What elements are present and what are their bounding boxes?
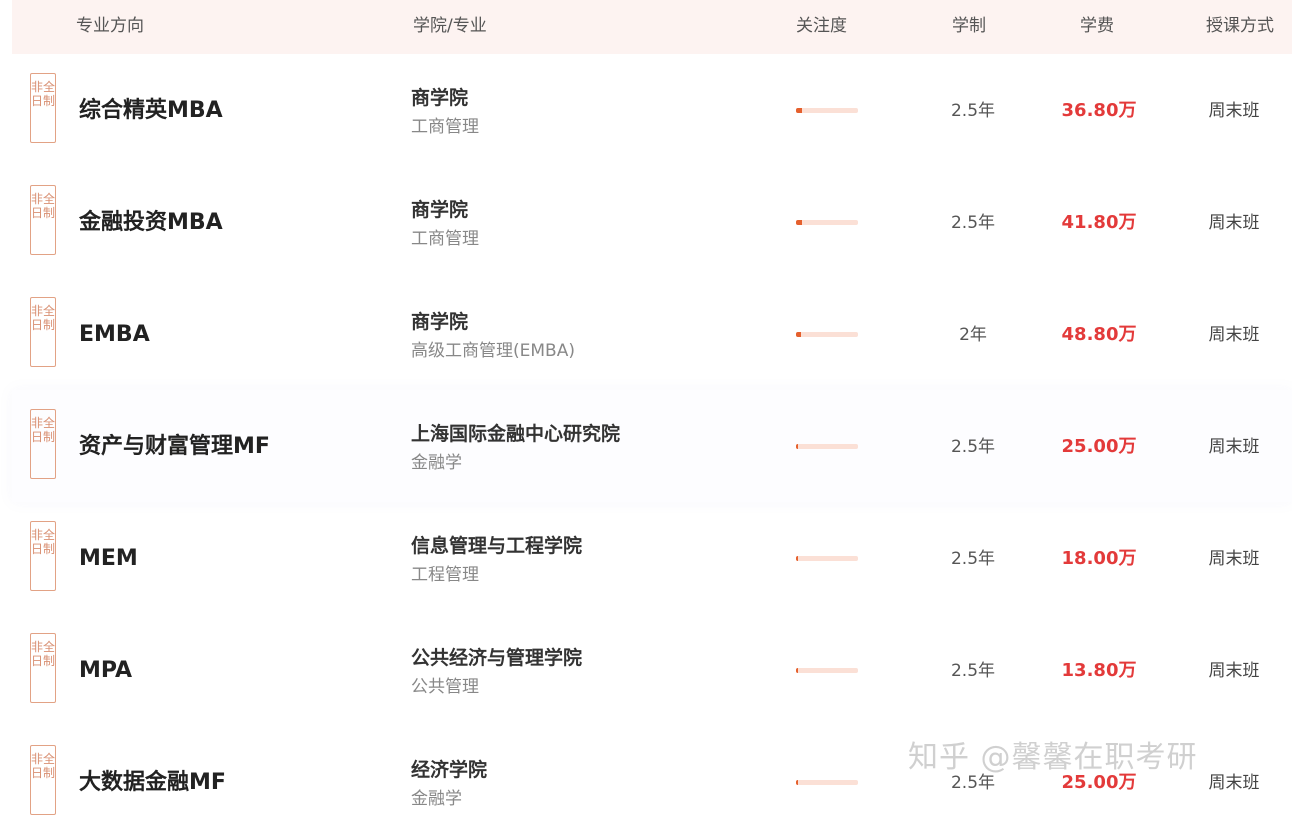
major-name[interactable]: MEM bbox=[79, 545, 138, 573]
attention-bar-fill bbox=[796, 332, 801, 337]
attention-bar-fill bbox=[796, 668, 798, 673]
header-mode: 授课方式 bbox=[1206, 16, 1274, 36]
study-type-badge: 非全日制 bbox=[30, 409, 56, 479]
fee-value: 13.80万 bbox=[1061, 660, 1137, 681]
fee-value: 18.00万 bbox=[1061, 548, 1137, 569]
study-type-badge: 非全日制 bbox=[30, 297, 56, 367]
table-row[interactable]: 非全日制 MEM 信息管理与工程学院 工程管理 2.5年 18.00万 周末班 bbox=[12, 502, 1292, 614]
study-type-badge: 非全日制 bbox=[30, 185, 56, 255]
attention-bar-fill bbox=[796, 556, 798, 561]
major-name[interactable]: 综合精英MBA bbox=[79, 97, 223, 125]
mode-value: 周末班 bbox=[1208, 661, 1260, 681]
study-type-badge: 非全日制 bbox=[30, 745, 56, 815]
years-value: 2.5年 bbox=[950, 101, 996, 121]
study-type-badge: 非全日制 bbox=[30, 73, 56, 143]
study-type-badge: 非全日制 bbox=[30, 633, 56, 703]
table-row[interactable]: 非全日制 资产与财富管理MF 上海国际金融中心研究院 金融学 2.5年 25.0… bbox=[12, 390, 1292, 502]
years-value: 2.5年 bbox=[950, 213, 996, 233]
school-name: 商学院 bbox=[411, 199, 469, 221]
table-header: 专业方向 学院/专业 关注度 学制 学费 授课方式 bbox=[12, 0, 1292, 54]
school-name: 商学院 bbox=[411, 87, 469, 109]
school-name: 公共经济与管理学院 bbox=[411, 647, 583, 669]
table-row[interactable]: 非全日制 综合精英MBA 商学院 工商管理 2.5年 36.80万 周末班 bbox=[12, 54, 1292, 166]
major-name[interactable]: 金融投资MBA bbox=[79, 209, 223, 237]
program-name: 工商管理 bbox=[411, 117, 479, 137]
study-type-badge: 非全日制 bbox=[30, 521, 56, 591]
attention-bar bbox=[796, 444, 858, 449]
mode-value: 周末班 bbox=[1208, 437, 1260, 457]
major-name[interactable]: 资产与财富管理MF bbox=[79, 433, 270, 461]
attention-bar bbox=[796, 556, 858, 561]
table-row[interactable]: 非全日制 金融投资MBA 商学院 工商管理 2.5年 41.80万 周末班 bbox=[12, 166, 1292, 278]
fee-value: 48.80万 bbox=[1061, 324, 1137, 345]
program-name: 工程管理 bbox=[411, 565, 479, 585]
header-attention: 关注度 bbox=[796, 16, 847, 36]
major-name[interactable]: MPA bbox=[79, 657, 132, 685]
school-name: 商学院 bbox=[411, 311, 469, 333]
attention-bar bbox=[796, 668, 858, 673]
table-row[interactable]: 非全日制 MPA 公共经济与管理学院 公共管理 2.5年 13.80万 周末班 bbox=[12, 614, 1292, 726]
watermark: 知乎 @馨馨在职考研 bbox=[908, 740, 1198, 775]
mode-value: 周末班 bbox=[1208, 101, 1260, 121]
attention-bar-fill bbox=[796, 220, 803, 225]
attention-bar-fill bbox=[796, 108, 803, 113]
attention-bar bbox=[796, 332, 858, 337]
attention-bar-fill bbox=[796, 444, 798, 449]
years-value: 2年 bbox=[959, 325, 987, 345]
program-name: 金融学 bbox=[411, 453, 462, 473]
program-name: 金融学 bbox=[411, 789, 462, 809]
table-row[interactable]: 非全日制 EMBA 商学院 高级工商管理(EMBA) 2年 48.80万 周末班 bbox=[12, 278, 1292, 390]
fee-value: 25.00万 bbox=[1061, 436, 1137, 457]
years-value: 2.5年 bbox=[950, 549, 996, 569]
fee-value: 36.80万 bbox=[1061, 100, 1137, 121]
program-name: 公共管理 bbox=[411, 677, 479, 697]
header-fee: 学费 bbox=[1080, 16, 1114, 36]
attention-bar bbox=[796, 780, 858, 785]
major-name[interactable]: 大数据金融MF bbox=[79, 769, 226, 797]
mode-value: 周末班 bbox=[1208, 325, 1260, 345]
header-school: 学院/专业 bbox=[413, 16, 487, 36]
header-major: 专业方向 bbox=[76, 16, 144, 36]
header-years: 学制 bbox=[952, 16, 986, 36]
mode-value: 周末班 bbox=[1208, 213, 1260, 233]
attention-bar bbox=[796, 220, 858, 225]
fee-value: 41.80万 bbox=[1061, 212, 1137, 233]
major-name[interactable]: EMBA bbox=[79, 321, 150, 349]
attention-bar-fill bbox=[796, 780, 798, 785]
school-name: 上海国际金融中心研究院 bbox=[411, 423, 621, 445]
attention-bar bbox=[796, 108, 858, 113]
program-name: 高级工商管理(EMBA) bbox=[411, 341, 575, 361]
program-name: 工商管理 bbox=[411, 229, 479, 249]
school-name: 信息管理与工程学院 bbox=[411, 535, 583, 557]
mode-value: 周末班 bbox=[1208, 549, 1260, 569]
years-value: 2.5年 bbox=[950, 661, 996, 681]
school-name: 经济学院 bbox=[411, 759, 488, 781]
years-value: 2.5年 bbox=[950, 437, 996, 457]
